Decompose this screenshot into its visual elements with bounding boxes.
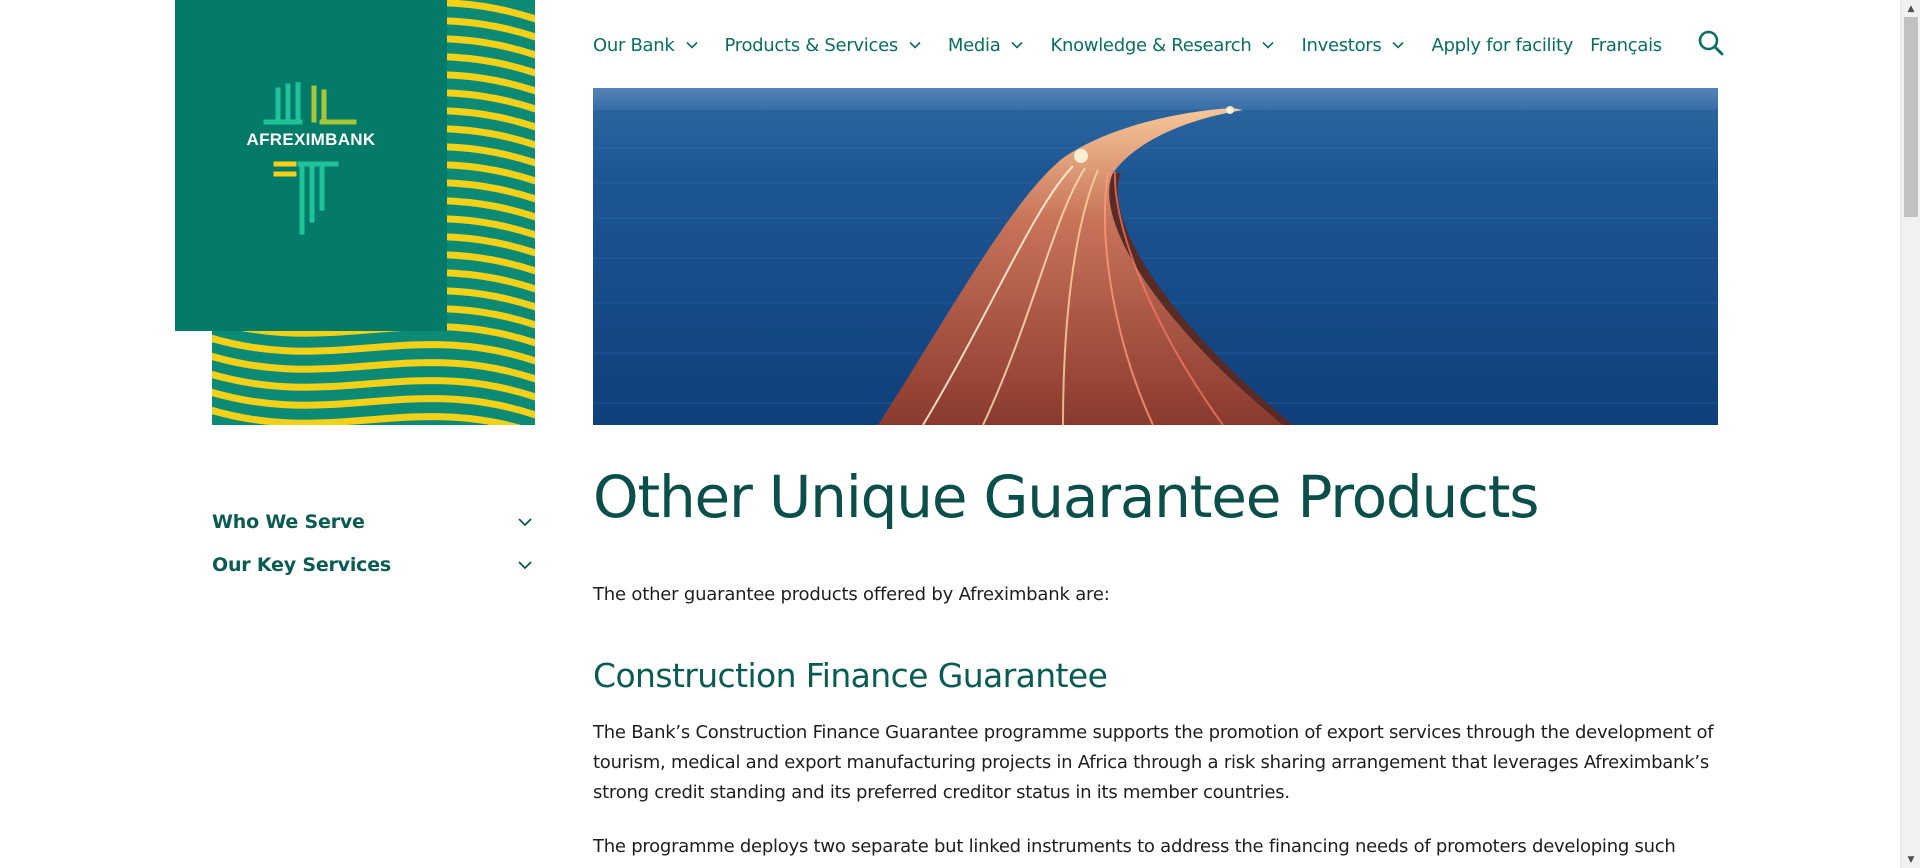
intro-text: The other guarantee products offered by … xyxy=(593,584,1110,605)
scrollbar-thumb[interactable] xyxy=(1904,17,1918,217)
section-heading: Construction Finance Guarantee xyxy=(593,656,1108,695)
scroll-up-arrow-icon[interactable]: ▲ xyxy=(1901,0,1920,17)
nav-item-label: Knowledge & Research xyxy=(1050,34,1252,56)
nav-item-our-bank[interactable]: Our Bank xyxy=(593,35,699,56)
nav-item-apply-for-facility[interactable]: Apply for facility xyxy=(1431,35,1573,56)
main-navigation: Our Bank Products & Services Media Knowledg… xyxy=(593,30,1679,60)
nav-item-media[interactable]: Media xyxy=(948,35,1025,56)
nav-item-label: Our Bank xyxy=(593,34,675,56)
nav-item-label: Français xyxy=(1590,34,1662,56)
chevron-down-icon xyxy=(685,41,698,49)
nav-item-label: Investors xyxy=(1301,34,1382,56)
scroll-down-arrow-icon[interactable]: ▼ xyxy=(1901,851,1920,868)
nav-item-label: Media xyxy=(947,34,1001,56)
chevron-down-icon xyxy=(909,41,921,49)
search-icon[interactable] xyxy=(1697,29,1725,57)
logo-wordmark: AFREXIMBANK xyxy=(246,129,376,149)
nav-item-label: Apply for facility xyxy=(1431,34,1574,56)
page-title: Other Unique Guarantee Products xyxy=(593,463,1540,531)
brand-area: AFREXIMBANK xyxy=(175,0,535,425)
chevron-down-icon xyxy=(518,517,532,526)
chevron-down-icon xyxy=(1392,41,1405,49)
sidebar-item-label: Our Key Services xyxy=(212,553,392,576)
sidebar-item-our-key-services[interactable]: Our Key Services xyxy=(212,543,535,586)
logo-symbol-icon xyxy=(263,79,357,234)
sidebar-menu: Who We Serve Our Key Services xyxy=(212,500,535,586)
nav-item-products-services[interactable]: Products & Services xyxy=(725,35,922,56)
sidebar-item-label: Who We Serve xyxy=(212,510,365,533)
logo-mark: AFREXIMBANK xyxy=(236,79,386,242)
chevron-down-icon xyxy=(518,560,532,569)
vertical-scrollbar[interactable]: ▲ ▼ xyxy=(1900,0,1920,868)
logo[interactable]: AFREXIMBANK xyxy=(175,0,447,331)
sidebar-item-who-we-serve[interactable]: Who We Serve xyxy=(212,500,535,543)
nav-item-knowledge-research[interactable]: Knowledge & Research xyxy=(1050,35,1275,56)
chevron-down-icon xyxy=(1262,41,1275,49)
chevron-down-icon xyxy=(1011,41,1024,49)
nav-item-investors[interactable]: Investors xyxy=(1301,35,1405,56)
section-paragraph: The programme deploys two separate but l… xyxy=(593,836,1676,868)
hero-image xyxy=(593,88,1718,425)
nav-item-label: Products & Services xyxy=(724,34,899,56)
section-paragraph: The Bank’s Construction Finance Guarante… xyxy=(593,722,1714,803)
nav-item-fran-ais[interactable]: Français xyxy=(1590,35,1662,56)
main-content: Other Unique Guarantee Products The othe… xyxy=(593,458,1718,868)
